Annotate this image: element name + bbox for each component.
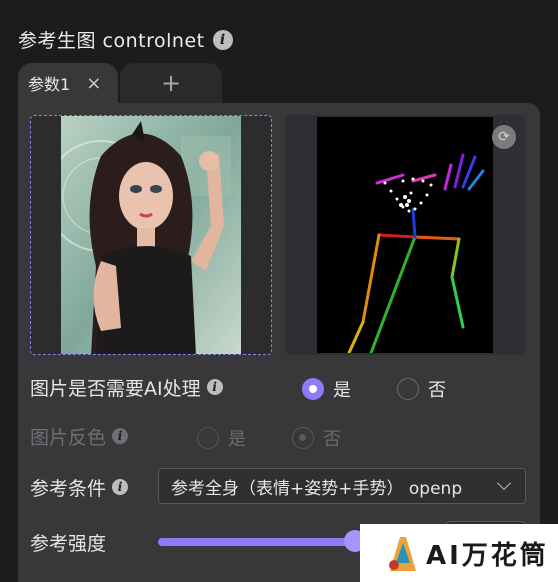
radio-label: 否 bbox=[428, 380, 446, 401]
section-title: 参考生图 controlnet bbox=[18, 30, 205, 52]
close-icon[interactable]: × bbox=[86, 73, 101, 94]
radio-unchecked-icon bbox=[197, 427, 219, 449]
ai-process-row: 图片是否需要AI处理 i bbox=[30, 372, 223, 402]
ai-process-label-text: 图片是否需要AI处理 bbox=[30, 377, 201, 400]
strength-label: 参考强度 bbox=[30, 532, 107, 555]
ai-process-yes-radio[interactable]: 是 bbox=[302, 376, 351, 402]
condition-row: 参考条件 i bbox=[30, 472, 129, 502]
condition-label-text: 参考条件 bbox=[30, 477, 107, 500]
pose-preview: ⟳ bbox=[285, 115, 526, 355]
reference-portrait-image bbox=[61, 116, 241, 354]
section-header: 参考生图 controlnet i bbox=[18, 26, 233, 53]
invert-row: 图片反色 i bbox=[30, 421, 129, 451]
radio-label: 否 bbox=[323, 429, 341, 450]
condition-select[interactable]: 参考全身（表情+姿势+手势） openp bbox=[158, 468, 526, 504]
condition-select-value: 参考全身（表情+姿势+手势） openp bbox=[171, 478, 463, 499]
tab-label: 参数1 bbox=[28, 75, 71, 94]
radio-unchecked-icon bbox=[397, 378, 419, 400]
tab-params-1[interactable]: 参数1 × bbox=[18, 63, 118, 103]
info-icon[interactable]: i bbox=[212, 29, 233, 50]
strength-row: 参考强度 bbox=[30, 527, 106, 557]
radio-label: 是 bbox=[333, 380, 351, 401]
ai-process-label: 图片是否需要AI处理 i bbox=[30, 374, 223, 401]
watermark: AI万花筒 bbox=[360, 524, 558, 582]
info-icon[interactable]: i bbox=[112, 479, 129, 495]
reference-image-upload[interactable] bbox=[30, 115, 272, 355]
watermark-logo bbox=[389, 537, 416, 571]
refresh-icon[interactable]: ⟳ bbox=[492, 125, 516, 149]
radio-label: 是 bbox=[228, 429, 246, 450]
invert-label: 图片反色 i bbox=[30, 423, 129, 450]
invert-yes-radio[interactable]: 是 bbox=[197, 425, 246, 451]
watermark-text: AI万花筒 bbox=[426, 540, 549, 571]
strength-slider-track[interactable] bbox=[158, 538, 358, 546]
radio-checked-icon bbox=[292, 427, 314, 449]
params-panel: ⟳ 图片是否需要AI处理 i 是 否 图片反色 i 是 否 参考条件 i 参考全… bbox=[18, 103, 540, 582]
condition-label: 参考条件 i bbox=[30, 474, 129, 501]
chevron-down-icon bbox=[496, 475, 512, 491]
invert-label-text: 图片反色 bbox=[30, 426, 107, 449]
info-icon[interactable]: i bbox=[112, 428, 129, 444]
info-icon[interactable]: i bbox=[206, 379, 223, 395]
invert-no-radio[interactable]: 否 bbox=[292, 425, 341, 451]
tab-bar: 参数1 × + bbox=[18, 63, 222, 103]
add-tab-button[interactable]: + bbox=[120, 63, 222, 103]
radio-checked-icon bbox=[302, 378, 324, 400]
openpose-skeleton-image bbox=[317, 117, 493, 353]
ai-process-no-radio[interactable]: 否 bbox=[397, 376, 446, 402]
